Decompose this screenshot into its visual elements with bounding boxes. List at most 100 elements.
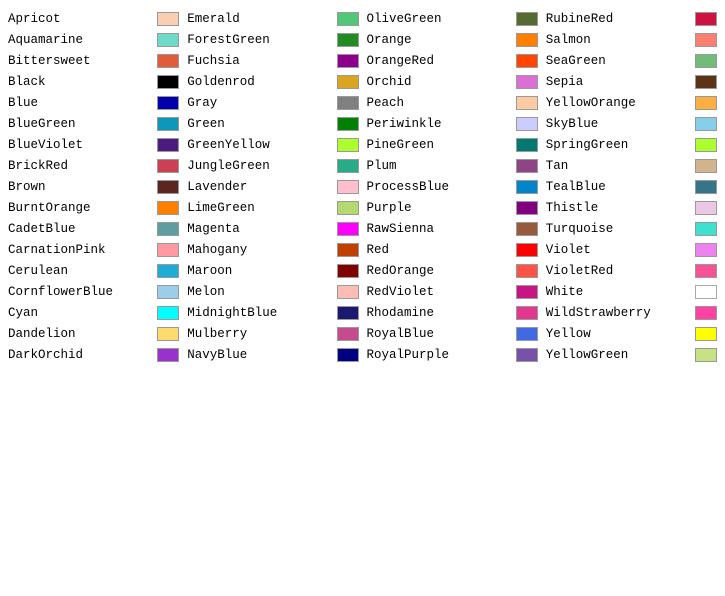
color-swatch (695, 75, 717, 89)
list-item: OliveGreen (363, 8, 542, 29)
list-item: YellowOrange (542, 92, 721, 113)
color-label: OrangeRed (367, 54, 512, 68)
column-3: RubineRed Salmon SeaGreen Sepia YellowOrange… (542, 8, 721, 365)
color-label: Rhodamine (367, 306, 512, 320)
color-swatch (695, 327, 717, 341)
color-label: Mahogany (187, 243, 332, 257)
color-swatch (337, 327, 359, 341)
color-label: Brown (8, 180, 153, 194)
color-label: Red (367, 243, 512, 257)
list-item: Tan (542, 155, 721, 176)
color-label: RubineRed (546, 12, 691, 26)
color-swatch (695, 180, 717, 194)
list-item: RedOrange (363, 260, 542, 281)
color-swatch (516, 138, 538, 152)
color-label: SeaGreen (546, 54, 691, 68)
list-item: Maroon (183, 260, 362, 281)
column-0: ApricotAquamarineBittersweetBlackBlueBlu… (4, 8, 183, 365)
list-item: BurntOrange (4, 197, 183, 218)
list-item: Blue (4, 92, 183, 113)
color-label: TealBlue (546, 180, 691, 194)
color-swatch (157, 54, 179, 68)
color-label: Lavender (187, 180, 332, 194)
color-swatch (337, 264, 359, 278)
color-swatch (337, 222, 359, 236)
color-label: RedOrange (367, 264, 512, 278)
color-grid: ApricotAquamarineBittersweetBlackBlueBlu… (0, 0, 725, 373)
list-item: VioletRed (542, 260, 721, 281)
color-label: BrickRed (8, 159, 153, 173)
list-item: RawSienna (363, 218, 542, 239)
color-label: CadetBlue (8, 222, 153, 236)
color-swatch (337, 285, 359, 299)
color-label: Maroon (187, 264, 332, 278)
color-swatch (695, 264, 717, 278)
color-swatch (157, 75, 179, 89)
color-label: Periwinkle (367, 117, 512, 131)
list-item: Cyan (4, 302, 183, 323)
color-swatch (157, 96, 179, 110)
list-item: Yellow (542, 323, 721, 344)
color-label: Turquoise (546, 222, 691, 236)
color-swatch (157, 222, 179, 236)
list-item: BlueGreen (4, 113, 183, 134)
list-item: LimeGreen (183, 197, 362, 218)
color-label: DarkOrchid (8, 348, 153, 362)
color-label: BlueViolet (8, 138, 153, 152)
color-swatch (157, 12, 179, 26)
list-item: Plum (363, 155, 542, 176)
color-swatch (337, 12, 359, 26)
list-item: Bittersweet (4, 50, 183, 71)
list-item: ProcessBlue (363, 176, 542, 197)
list-item: WildStrawberry (542, 302, 721, 323)
color-swatch (516, 201, 538, 215)
color-label: Bittersweet (8, 54, 153, 68)
color-swatch (695, 348, 717, 362)
list-item: Sepia (542, 71, 721, 92)
color-label: Emerald (187, 12, 332, 26)
color-swatch (516, 306, 538, 320)
color-swatch (695, 222, 717, 236)
list-item: SpringGreen (542, 134, 721, 155)
list-item: Purple (363, 197, 542, 218)
color-label: Blue (8, 96, 153, 110)
color-swatch (695, 96, 717, 110)
list-item: RubineRed (542, 8, 721, 29)
list-item: Orange (363, 29, 542, 50)
color-label: Violet (546, 243, 691, 257)
color-label: Black (8, 75, 153, 89)
list-item: Lavender (183, 176, 362, 197)
list-item: Gray (183, 92, 362, 113)
color-label: Salmon (546, 33, 691, 47)
color-label: WildStrawberry (546, 306, 691, 320)
list-item: OrangeRed (363, 50, 542, 71)
list-item: TealBlue (542, 176, 721, 197)
color-swatch (695, 243, 717, 257)
list-item: Aquamarine (4, 29, 183, 50)
color-label: RoyalBlue (367, 327, 512, 341)
color-label: Mulberry (187, 327, 332, 341)
color-label: BurntOrange (8, 201, 153, 215)
color-label: Sepia (546, 75, 691, 89)
color-label: ForestGreen (187, 33, 332, 47)
color-label: RedViolet (367, 285, 512, 299)
list-item: RoyalPurple (363, 344, 542, 365)
list-item: Dandelion (4, 323, 183, 344)
color-swatch (157, 306, 179, 320)
color-swatch (516, 75, 538, 89)
list-item: White (542, 281, 721, 302)
color-label: Purple (367, 201, 512, 215)
color-label: Melon (187, 285, 332, 299)
color-label: NavyBlue (187, 348, 332, 362)
color-swatch (516, 180, 538, 194)
color-swatch (695, 306, 717, 320)
color-swatch (157, 348, 179, 362)
list-item: PineGreen (363, 134, 542, 155)
color-swatch (516, 348, 538, 362)
list-item: Mulberry (183, 323, 362, 344)
list-item: Salmon (542, 29, 721, 50)
list-item: Magenta (183, 218, 362, 239)
list-item: Black (4, 71, 183, 92)
list-item: RedViolet (363, 281, 542, 302)
color-label: OliveGreen (367, 12, 512, 26)
